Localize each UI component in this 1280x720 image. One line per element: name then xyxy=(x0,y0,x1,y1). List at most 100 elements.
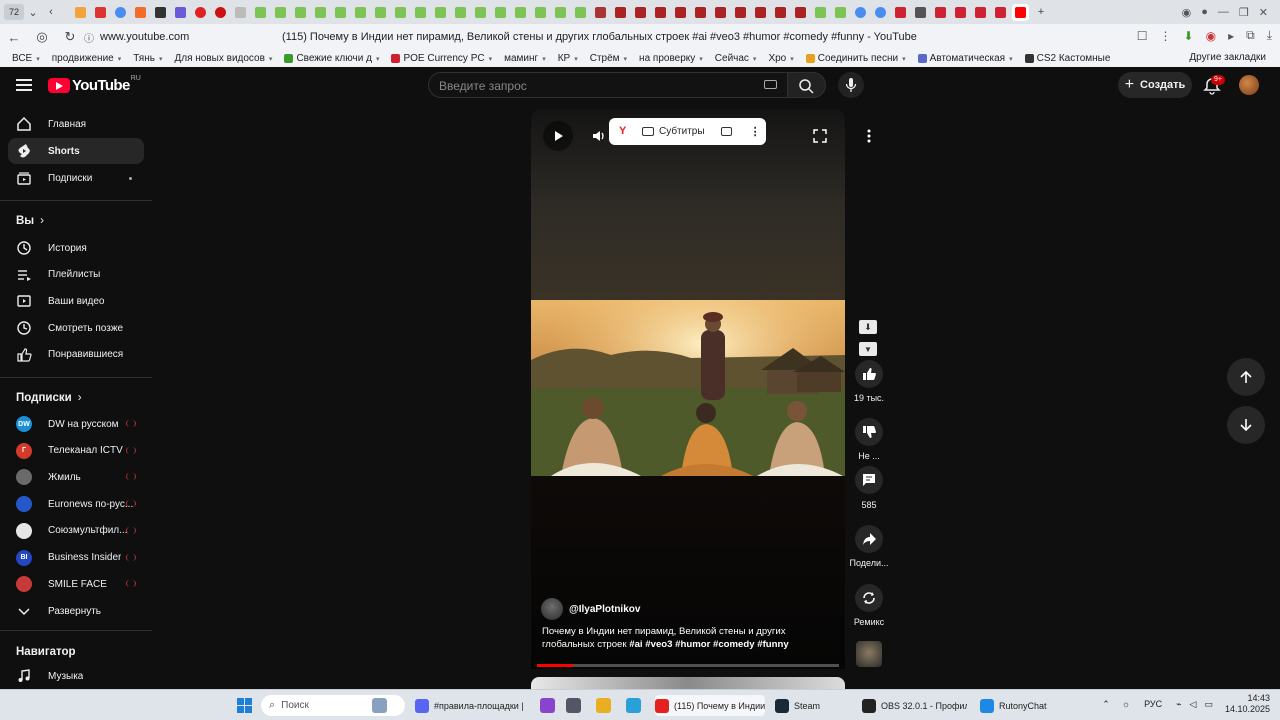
restore-icon[interactable]: ❐ xyxy=(1239,6,1249,19)
sidebar-item[interactable]: Музыка xyxy=(8,663,144,689)
previous-short-button[interactable] xyxy=(1227,358,1265,396)
you-section-header[interactable]: Вы › xyxy=(16,215,44,227)
media-icon[interactable]: ▸ xyxy=(1228,29,1234,43)
progress-bar[interactable] xyxy=(537,664,839,667)
tray-chevron-icon[interactable]: ⌃ xyxy=(1102,699,1110,710)
dislike-button[interactable] xyxy=(855,418,883,446)
account-avatar[interactable] xyxy=(1239,75,1259,95)
shorts-player[interactable]: Y Субтитры ⋮ @IlyaPlotnikov Почему в Инд… xyxy=(531,109,845,669)
new-tab-icon[interactable]: + xyxy=(1032,3,1050,21)
browser-tab[interactable] xyxy=(132,4,149,21)
sidebar-item[interactable]: Понравившиеся xyxy=(8,342,144,368)
tab-count[interactable]: 72 xyxy=(4,4,24,20)
share-icon[interactable]: ⧉ xyxy=(1246,28,1255,43)
browser-tab[interactable] xyxy=(232,4,249,21)
other-bookmarks[interactable]: Другие закладки xyxy=(1189,52,1266,63)
browser-tab[interactable] xyxy=(692,4,709,21)
close-window-icon[interactable]: ✕ xyxy=(1259,6,1268,19)
browser-tab[interactable] xyxy=(452,4,469,21)
browser-tab[interactable] xyxy=(812,4,829,21)
browser-tab[interactable] xyxy=(372,4,389,21)
bookmark-item[interactable]: маминг ▾ xyxy=(504,53,546,64)
network-icon[interactable]: ⌁ xyxy=(1176,699,1181,710)
sidebar-item[interactable]: История xyxy=(8,235,144,261)
taskbar-app[interactable]: (115) Почему в Индии н xyxy=(655,695,765,716)
youtube-logo[interactable]: YouTube RU xyxy=(48,75,141,94)
download-extension-button[interactable]: ⬇ xyxy=(859,320,877,334)
browser-tab[interactable] xyxy=(252,4,269,21)
browser-tab[interactable] xyxy=(992,4,1009,21)
sidebar-item[interactable]: Подписки xyxy=(8,165,144,191)
expand-subscriptions-button[interactable]: Развернуть xyxy=(8,598,144,624)
browser-tab[interactable] xyxy=(332,4,349,21)
bookmark-item[interactable]: Автоматическая ▾ xyxy=(917,53,1013,64)
back-icon[interactable]: ← xyxy=(0,30,28,45)
browser-tab[interactable] xyxy=(572,4,589,21)
bookmark-item[interactable]: POE Currency PC ▾ xyxy=(391,53,492,64)
browser-tab[interactable] xyxy=(552,4,569,21)
browser-tab[interactable] xyxy=(292,4,309,21)
sidebar-item[interactable]: Жмиль xyxy=(8,464,144,490)
sidebar-item[interactable]: Союзмультфил... xyxy=(8,518,144,544)
sidebar-item[interactable]: BI Business Insider xyxy=(8,545,144,571)
comments-button[interactable] xyxy=(855,466,883,494)
caption-hashtags[interactable]: #ai #veo3 #humor #comedy #funny xyxy=(629,639,788,650)
browser-tab[interactable] xyxy=(732,4,749,21)
extensions-icon[interactable]: ◉ xyxy=(1182,6,1192,19)
taskbar-app[interactable]: #правила-площадки | ( xyxy=(415,695,525,716)
browser-tab[interactable] xyxy=(892,4,909,21)
bookmark-item[interactable]: Сейчас ▾ xyxy=(715,53,757,64)
voice-search-button[interactable] xyxy=(838,72,864,98)
browser-tab[interactable] xyxy=(592,4,609,21)
tab-back-icon[interactable]: ‹ xyxy=(42,3,60,21)
browser-tab[interactable] xyxy=(652,4,669,21)
sidebar-item[interactable]: Г Телеканал ICTV xyxy=(8,438,144,464)
bookmark-item[interactable]: Соединить песни ▾ xyxy=(805,53,906,64)
bookmark-item[interactable]: Тянь ▾ xyxy=(133,53,162,64)
channel-avatar[interactable] xyxy=(541,598,563,620)
share-button[interactable] xyxy=(855,525,883,553)
guide-menu-icon[interactable] xyxy=(16,79,32,93)
sidebar-item[interactable]: Смотреть позже xyxy=(8,315,144,341)
browser-tab[interactable] xyxy=(472,4,489,21)
search-input[interactable] xyxy=(439,78,739,94)
browser-tab[interactable] xyxy=(352,4,369,21)
bookmark-item[interactable]: КР ▾ xyxy=(558,53,578,64)
remix-button[interactable] xyxy=(855,584,883,612)
browser-tab[interactable] xyxy=(172,4,189,21)
profile-icon[interactable]: ● xyxy=(1201,6,1208,18)
windows-start-icon[interactable] xyxy=(237,698,252,713)
search-button[interactable] xyxy=(788,72,826,98)
browser-tab[interactable] xyxy=(972,4,989,21)
browser-tab[interactable] xyxy=(752,4,769,21)
subscriptions-section-header[interactable]: Подписки › xyxy=(16,392,82,404)
bookmark-item[interactable]: продвижение ▾ xyxy=(52,53,122,64)
sidebar-item[interactable]: Главная xyxy=(8,111,144,137)
reload-icon[interactable]: ↻ xyxy=(56,29,84,45)
browser-tab[interactable] xyxy=(932,4,949,21)
browser-tab[interactable] xyxy=(92,4,109,21)
battery-icon[interactable]: ▭ xyxy=(1204,699,1213,710)
browser-tab[interactable] xyxy=(152,4,169,21)
bookmark-item[interactable]: Хро ▾ xyxy=(768,53,793,64)
url-field[interactable]: www.youtube.com xyxy=(100,31,189,43)
clock[interactable]: 14:43 14.10.2025 xyxy=(1225,693,1270,715)
browser-tab[interactable] xyxy=(432,4,449,21)
taskbar-app[interactable]: OBS 32.0.1 - Профиль: I xyxy=(862,695,967,716)
browser-tab[interactable] xyxy=(192,4,209,21)
browser-tab[interactable] xyxy=(712,4,729,21)
browser-tab[interactable] xyxy=(532,4,549,21)
audio-source-thumbnail[interactable] xyxy=(856,641,882,667)
browser-tab[interactable] xyxy=(832,4,849,21)
browser-tab[interactable] xyxy=(72,4,89,21)
sidebar-item[interactable]: DW DW на русском xyxy=(8,411,144,437)
browser-tab[interactable] xyxy=(512,4,529,21)
browser-tab[interactable] xyxy=(632,4,649,21)
like-button[interactable] xyxy=(855,360,883,388)
bookmark-item[interactable]: на проверку ▾ xyxy=(639,53,703,64)
browser-tab[interactable] xyxy=(772,4,789,21)
volume-tray-icon[interactable]: ◁ xyxy=(1190,699,1197,710)
browser-tab[interactable] xyxy=(912,4,929,21)
bookmark-item[interactable]: Стрём ▾ xyxy=(590,53,627,64)
play-button[interactable] xyxy=(543,121,573,151)
